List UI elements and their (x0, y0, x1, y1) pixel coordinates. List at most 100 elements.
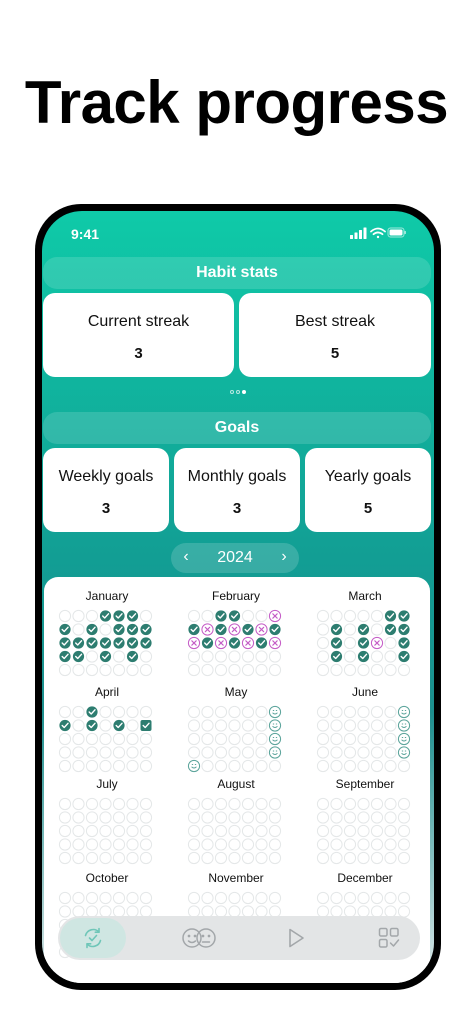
day-empty[interactable] (241, 797, 255, 811)
day-done[interactable] (86, 637, 98, 649)
day-empty[interactable] (99, 705, 112, 719)
day-empty[interactable] (357, 719, 370, 732)
day-empty[interactable] (370, 811, 384, 824)
day-mood[interactable] (268, 746, 282, 759)
day-done[interactable] (384, 610, 397, 622)
day-empty[interactable] (214, 838, 228, 851)
day-empty[interactable] (330, 609, 343, 623)
day-empty[interactable] (397, 797, 411, 811)
day-empty[interactable] (241, 891, 255, 905)
day-done[interactable] (215, 623, 227, 636)
day-empty[interactable] (330, 732, 343, 746)
day-empty[interactable] (58, 663, 72, 677)
day-empty[interactable] (255, 891, 268, 905)
day-done[interactable] (384, 623, 397, 636)
day-empty[interactable] (187, 609, 201, 623)
day-done[interactable] (398, 650, 410, 663)
day-empty[interactable] (241, 746, 255, 759)
day-empty[interactable] (241, 609, 255, 623)
day-empty[interactable] (384, 891, 397, 905)
day-empty[interactable] (384, 705, 397, 719)
day-empty[interactable] (241, 705, 255, 719)
day-empty[interactable] (316, 851, 330, 865)
day-empty[interactable] (343, 705, 357, 719)
day-empty[interactable] (112, 851, 126, 865)
day-empty[interactable] (58, 732, 72, 746)
day-empty[interactable] (187, 797, 201, 811)
day-done[interactable] (99, 637, 112, 649)
day-empty[interactable] (112, 759, 126, 773)
day-done[interactable] (398, 623, 410, 636)
day-empty[interactable] (112, 650, 126, 663)
day-empty[interactable] (255, 797, 268, 811)
day-done[interactable] (228, 610, 241, 622)
day-empty[interactable] (85, 824, 99, 838)
day-empty[interactable] (228, 851, 241, 865)
day-empty[interactable] (343, 732, 357, 746)
day-empty[interactable] (112, 732, 126, 746)
day-empty[interactable] (126, 797, 139, 811)
day-empty[interactable] (201, 732, 214, 746)
day-empty[interactable] (228, 705, 241, 719)
day-empty[interactable] (112, 811, 126, 824)
day-empty[interactable] (139, 663, 153, 677)
day-empty[interactable] (370, 609, 384, 623)
day-empty[interactable] (370, 759, 384, 773)
day-empty[interactable] (370, 838, 384, 851)
day-empty[interactable] (85, 851, 99, 865)
day-empty[interactable] (370, 705, 384, 719)
day-empty[interactable] (330, 811, 343, 824)
day-empty[interactable] (316, 650, 330, 663)
day-empty[interactable] (268, 824, 282, 838)
day-empty[interactable] (139, 838, 153, 851)
day-done[interactable] (113, 719, 125, 732)
day-empty[interactable] (187, 663, 201, 677)
day-empty[interactable] (241, 759, 255, 773)
day-empty[interactable] (316, 636, 330, 650)
day-empty[interactable] (112, 746, 126, 759)
day-empty[interactable] (316, 891, 330, 905)
day-empty[interactable] (58, 824, 72, 838)
day-empty[interactable] (316, 797, 330, 811)
day-empty[interactable] (241, 719, 255, 732)
day-empty[interactable] (139, 797, 153, 811)
day-empty[interactable] (58, 905, 72, 918)
day-empty[interactable] (255, 650, 268, 663)
day-empty[interactable] (201, 891, 214, 905)
day-empty[interactable] (99, 824, 112, 838)
day-empty[interactable] (72, 732, 85, 746)
page-dot[interactable] (230, 390, 234, 394)
day-empty[interactable] (58, 797, 72, 811)
day-empty[interactable] (99, 838, 112, 851)
day-empty[interactable] (343, 650, 357, 663)
day-mood[interactable] (268, 705, 282, 719)
day-empty[interactable] (357, 759, 370, 773)
day-empty[interactable] (187, 891, 201, 905)
day-empty[interactable] (85, 746, 99, 759)
day-empty[interactable] (357, 705, 370, 719)
day-done[interactable] (398, 637, 410, 649)
day-empty[interactable] (214, 705, 228, 719)
day-empty[interactable] (201, 824, 214, 838)
day-empty[interactable] (228, 811, 241, 824)
day-empty[interactable] (384, 811, 397, 824)
day-done[interactable] (113, 623, 125, 636)
day-empty[interactable] (201, 838, 214, 851)
day-empty[interactable] (99, 719, 112, 732)
day-empty[interactable] (72, 824, 85, 838)
day-empty[interactable] (72, 797, 85, 811)
day-done[interactable] (59, 637, 71, 649)
day-empty[interactable] (241, 838, 255, 851)
day-empty[interactable] (357, 609, 370, 623)
day-empty[interactable] (214, 891, 228, 905)
day-done-square[interactable] (140, 720, 152, 731)
day-empty[interactable] (384, 746, 397, 759)
day-empty[interactable] (370, 663, 384, 677)
day-empty[interactable] (201, 705, 214, 719)
day-empty[interactable] (85, 838, 99, 851)
day-empty[interactable] (214, 650, 228, 663)
day-empty[interactable] (343, 824, 357, 838)
day-missed[interactable] (268, 636, 282, 650)
day-empty[interactable] (357, 891, 370, 905)
day-empty[interactable] (139, 824, 153, 838)
